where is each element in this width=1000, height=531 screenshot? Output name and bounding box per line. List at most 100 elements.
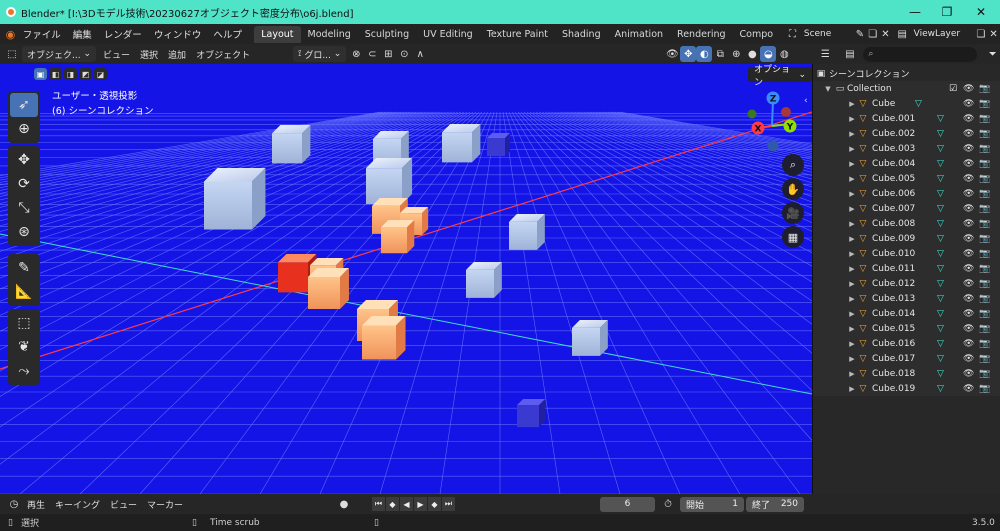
camera-icon[interactable]: 📷 bbox=[979, 114, 990, 124]
list-item[interactable]: ▶ ▽ Cube.002 ▽ 👁 📷 bbox=[813, 126, 1000, 141]
list-item[interactable]: ▶ ▽ Cube ▽ 👁 📷 bbox=[813, 96, 1000, 111]
mesh-data-icon[interactable]: ▽ bbox=[937, 249, 944, 259]
expand-arrow-icon[interactable]: ▶ bbox=[847, 175, 857, 183]
expand-arrow-icon[interactable]: ▼ bbox=[823, 85, 833, 93]
measure-tool[interactable]: 📐 bbox=[10, 280, 38, 304]
scene-selector-icon[interactable]: ⛶ bbox=[786, 26, 799, 42]
add-menu[interactable]: 追加 bbox=[163, 48, 191, 61]
tab-uv-editing[interactable]: UV Editing bbox=[416, 26, 480, 43]
mesh-data-icon[interactable]: ▽ bbox=[937, 234, 944, 244]
camera-icon[interactable]: 📷 bbox=[979, 129, 990, 139]
mesh-data-icon[interactable]: ▽ bbox=[937, 264, 944, 274]
tab-texture-paint[interactable]: Texture Paint bbox=[480, 26, 555, 43]
viewport-scene[interactable] bbox=[0, 64, 812, 494]
new-scene-icon[interactable]: ❏ bbox=[866, 26, 879, 42]
eye-icon[interactable]: 👁 bbox=[963, 249, 974, 259]
keying-menu[interactable]: キーイング bbox=[50, 498, 105, 511]
list-item[interactable]: ▶ ▽ Cube.011 ▽ 👁 📷 bbox=[813, 261, 1000, 276]
include-checkbox-icon[interactable]: ☑ bbox=[949, 84, 957, 94]
marker-menu[interactable]: マーカー bbox=[142, 498, 188, 511]
falloff-icon[interactable]: ∧ bbox=[412, 46, 428, 62]
list-item[interactable]: ▶ ▽ Cube.005 ▽ 👁 📷 bbox=[813, 171, 1000, 186]
eye-icon[interactable]: 👁 bbox=[963, 189, 974, 199]
zoom-icon[interactable]: ⌕ bbox=[782, 154, 804, 176]
list-item[interactable]: ▶ ▽ Cube.015 ▽ 👁 📷 bbox=[813, 321, 1000, 336]
menu-help[interactable]: ヘルプ bbox=[207, 27, 248, 41]
cube-object[interactable] bbox=[487, 133, 511, 157]
delete-view-layer-icon[interactable]: ✕ bbox=[987, 26, 1000, 42]
tab-layout[interactable]: Layout bbox=[254, 25, 301, 43]
select-menu[interactable]: 選択 bbox=[135, 48, 163, 61]
scale-tool[interactable]: ⤡ bbox=[10, 196, 38, 220]
expand-arrow-icon[interactable]: ▶ bbox=[847, 325, 857, 333]
expand-arrow-icon[interactable]: ▶ bbox=[847, 250, 857, 258]
list-item[interactable]: ▶ ▽ Cube.016 ▽ 👁 📷 bbox=[813, 336, 1000, 351]
camera-icon[interactable]: 📷 bbox=[979, 99, 990, 109]
shear-tool[interactable]: ❦ bbox=[10, 335, 38, 359]
jump-start-icon[interactable]: ⏮ bbox=[372, 497, 385, 511]
scene-collection-row[interactable]: ▣ シーンコレクション bbox=[813, 66, 1000, 81]
camera-view-icon[interactable]: 🎥 bbox=[782, 202, 804, 224]
mesh-data-icon[interactable]: ▽ bbox=[937, 384, 944, 394]
expand-arrow-icon[interactable]: ▶ bbox=[847, 295, 857, 303]
camera-icon[interactable]: 📷 bbox=[979, 279, 990, 289]
mesh-data-icon[interactable]: ▽ bbox=[937, 189, 944, 199]
expand-arrow-icon[interactable]: ▶ bbox=[847, 235, 857, 243]
expand-arrow-icon[interactable]: ▶ bbox=[847, 265, 857, 273]
minimize-button[interactable]: — bbox=[898, 0, 932, 24]
cube-object[interactable] bbox=[272, 125, 311, 164]
add-cube-tool[interactable]: ⬚ bbox=[10, 311, 38, 335]
display-mode-icon[interactable]: ▤ bbox=[843, 46, 858, 62]
tab-modeling[interactable]: Modeling bbox=[301, 26, 358, 43]
menu-render[interactable]: レンダー bbox=[98, 27, 148, 41]
mesh-data-icon[interactable]: ▽ bbox=[937, 354, 944, 364]
solid-shading-icon[interactable]: ● bbox=[744, 46, 760, 62]
editor-type-icon[interactable]: ⬚ bbox=[4, 46, 20, 62]
pan-hand-icon[interactable]: ✋ bbox=[782, 178, 804, 200]
timeline-editor-type-icon[interactable]: ◷ bbox=[6, 496, 22, 512]
tab-compositing[interactable]: Compo bbox=[733, 26, 781, 43]
sidebar-toggle-icon[interactable]: ‹ bbox=[804, 96, 808, 106]
mesh-data-icon[interactable]: ▽ bbox=[937, 324, 944, 334]
camera-icon[interactable]: 📷 bbox=[979, 174, 990, 184]
list-item[interactable]: ▶ ▽ Cube.017 ▽ 👁 📷 bbox=[813, 351, 1000, 366]
3d-viewport[interactable]: ▣ ◧ ◨ ◩ ◪ オプション ⌄ ユーザー・透視投影 (6) シーンコレクショ… bbox=[0, 64, 812, 494]
list-item[interactable]: ▶ ▽ Cube.001 ▽ 👁 📷 bbox=[813, 111, 1000, 126]
camera-icon[interactable]: 📷 bbox=[979, 339, 990, 349]
list-item[interactable]: ▶ ▽ Cube.013 ▽ 👁 📷 bbox=[813, 291, 1000, 306]
expand-arrow-icon[interactable]: ▶ bbox=[847, 100, 857, 108]
eye-icon[interactable]: 👁 bbox=[963, 84, 974, 94]
select-invert-icon[interactable]: ◩ bbox=[79, 68, 92, 80]
list-item[interactable]: ▶ ▽ Cube.014 ▽ 👁 📷 bbox=[813, 306, 1000, 321]
mesh-data-icon[interactable]: ▽ bbox=[937, 309, 944, 319]
visibility-icon[interactable]: 👁 bbox=[664, 46, 680, 62]
list-item[interactable]: ▶ ▽ Cube.012 ▽ 👁 📷 bbox=[813, 276, 1000, 291]
cube-object[interactable] bbox=[572, 320, 608, 356]
rendered-shading-icon[interactable]: ◍ bbox=[776, 46, 792, 62]
snap-target-icon[interactable]: ⊞ bbox=[380, 46, 396, 62]
expand-arrow-icon[interactable]: ▶ bbox=[847, 160, 857, 168]
menu-edit[interactable]: 編集 bbox=[67, 27, 98, 41]
list-item[interactable]: ▶ ▽ Cube.018 ▽ 👁 📷 bbox=[813, 366, 1000, 381]
expand-arrow-icon[interactable]: ▶ bbox=[847, 355, 857, 363]
ortho-grid-icon[interactable]: ▦ bbox=[782, 226, 804, 248]
mesh-data-icon[interactable]: ▽ bbox=[937, 129, 944, 139]
eye-icon[interactable]: 👁 bbox=[963, 279, 974, 289]
expand-arrow-icon[interactable]: ▶ bbox=[847, 310, 857, 318]
pivot-point-icon[interactable]: ⊗ bbox=[348, 46, 364, 62]
filter-icon[interactable]: ⏷ bbox=[985, 46, 1000, 62]
eye-icon[interactable]: 👁 bbox=[963, 219, 974, 229]
expand-arrow-icon[interactable]: ▶ bbox=[847, 385, 857, 393]
jump-end-icon[interactable]: ⏭ bbox=[442, 497, 455, 511]
transform-tool[interactable]: ⊛ bbox=[10, 220, 38, 244]
camera-icon[interactable]: 📷 bbox=[979, 189, 990, 199]
expand-arrow-icon[interactable]: ▶ bbox=[847, 280, 857, 288]
select-box-tool[interactable]: ➶ bbox=[10, 93, 38, 117]
eye-icon[interactable]: 👁 bbox=[963, 159, 974, 169]
navigation-gizmo[interactable]: Z X Y bbox=[738, 88, 808, 158]
select-extend-icon[interactable]: ◧ bbox=[49, 68, 62, 80]
list-item[interactable]: ▶ ▽ Cube.006 ▽ 👁 📷 bbox=[813, 186, 1000, 201]
eye-icon[interactable]: 👁 bbox=[963, 309, 974, 319]
camera-icon[interactable]: 📷 bbox=[979, 219, 990, 229]
eye-icon[interactable]: 👁 bbox=[963, 354, 974, 364]
